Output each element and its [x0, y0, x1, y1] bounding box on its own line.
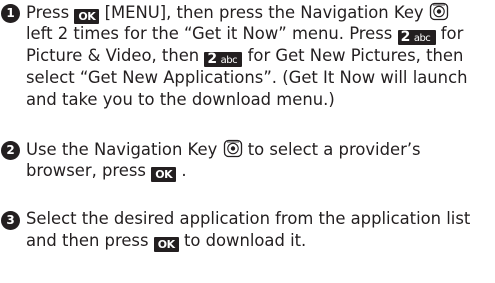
step-1-line-3: Picture & Video, then 2 abc for Get New P…: [26, 46, 464, 67]
ok-key-icon: OK: [151, 167, 177, 182]
step-1-line-2: left 2 times for the “Get it Now” menu. …: [26, 24, 464, 45]
ok-key-icon: OK: [153, 237, 179, 252]
navigation-key-icon: [223, 139, 242, 158]
navigation-key-icon: [429, 2, 449, 21]
step-2-line-1: Use the Navigation Key to select a provi…: [26, 139, 421, 159]
step-1-line-1: Press OK [MENU], then press the Navigati…: [26, 2, 449, 24]
step-1-line-5: and take you to the download menu.): [26, 90, 335, 109]
step-number-badge: 3: [1, 211, 20, 230]
number-key-2-abc-icon: 2 abc: [204, 52, 243, 67]
step-3-line-2: and then press OK to download it.: [26, 231, 307, 252]
step-2-line-2: browser, press OK .: [26, 161, 187, 182]
number-key-2-abc-icon: 2 abc: [397, 30, 436, 45]
step-number-badge: 2: [1, 141, 20, 160]
ok-key-icon: OK: [74, 9, 100, 24]
step-3-line-1: Select the desired application from the …: [26, 209, 471, 228]
step-number-badge: 1: [1, 4, 20, 23]
step-1-line-4: select “Get New Applications”. (Get It N…: [26, 68, 468, 87]
